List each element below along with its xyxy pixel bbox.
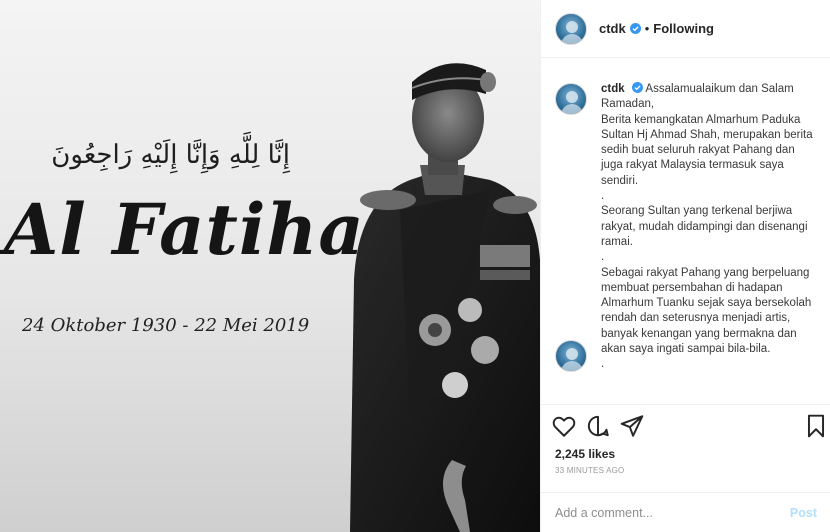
avatar-face bbox=[566, 348, 578, 360]
avatar-body bbox=[561, 104, 583, 114]
caption-paragraph: . bbox=[601, 190, 605, 203]
caption-paragraph: . bbox=[601, 358, 605, 371]
avatar-face bbox=[566, 20, 578, 33]
caption-paragraph: Assalamualaikum dan Salam Ramadan, bbox=[601, 83, 794, 111]
caption-paragraph: Berita kemangkatan Almarhum Paduka Sulta… bbox=[601, 113, 813, 187]
share-icon[interactable] bbox=[619, 413, 645, 439]
caption-username[interactable]: ctdk bbox=[601, 83, 625, 95]
header-separator: • bbox=[644, 21, 650, 36]
comment-input[interactable] bbox=[555, 505, 790, 520]
image-headline: Al Fatihah bbox=[4, 188, 417, 271]
caption-paragraph: Seorang Sultan yang terkenal berjiwa rak… bbox=[601, 205, 808, 248]
avatar-body bbox=[561, 33, 583, 44]
likes-count[interactable]: 2,245 likes bbox=[555, 447, 615, 461]
post-header: ctdk • Following bbox=[541, 0, 830, 58]
post-image[interactable]: إِنَّا لِلَّهِ وَإِنَّا إِلَيْهِ رَاجِعُ… bbox=[0, 0, 540, 532]
heart-icon[interactable] bbox=[551, 413, 577, 439]
caption-text: ctdk Assalamualaikum dan Salam Ramadan, … bbox=[601, 82, 817, 373]
add-comment-bar: Post bbox=[541, 492, 830, 532]
avatar[interactable] bbox=[555, 340, 587, 372]
avatar-body bbox=[561, 361, 583, 371]
post-side-panel: ctdk • Following ctdk Assalamualaikum da… bbox=[540, 0, 830, 532]
caption: ctdk Assalamualaikum dan Salam Ramadan, … bbox=[555, 82, 817, 373]
bookmark-icon[interactable] bbox=[803, 413, 829, 439]
image-dates: 24 Oktober 1930 - 22 Mei 2019 bbox=[22, 315, 310, 336]
avatar[interactable] bbox=[555, 12, 587, 45]
comment-icon[interactable] bbox=[585, 413, 611, 439]
post-button[interactable]: Post bbox=[790, 506, 817, 520]
verified-badge-icon bbox=[629, 23, 641, 34]
portrait-photo bbox=[350, 63, 540, 532]
comments-area[interactable]: ctdk Assalamualaikum dan Salam Ramadan, … bbox=[541, 58, 830, 404]
following-button[interactable]: Following bbox=[653, 21, 714, 36]
header-username[interactable]: ctdk bbox=[599, 21, 626, 36]
post-timestamp[interactable]: 33 MINUTES AGO bbox=[555, 466, 624, 475]
caption-paragraph: . bbox=[601, 251, 605, 264]
avatar-face bbox=[566, 91, 578, 103]
verified-badge-icon bbox=[631, 82, 643, 93]
avatar[interactable] bbox=[555, 83, 587, 115]
action-bar: 2,245 likes 33 MINUTES AGO bbox=[541, 404, 830, 504]
caption-paragraph: Sebagai rakyat Pahang yang berpeluang me… bbox=[601, 266, 812, 356]
